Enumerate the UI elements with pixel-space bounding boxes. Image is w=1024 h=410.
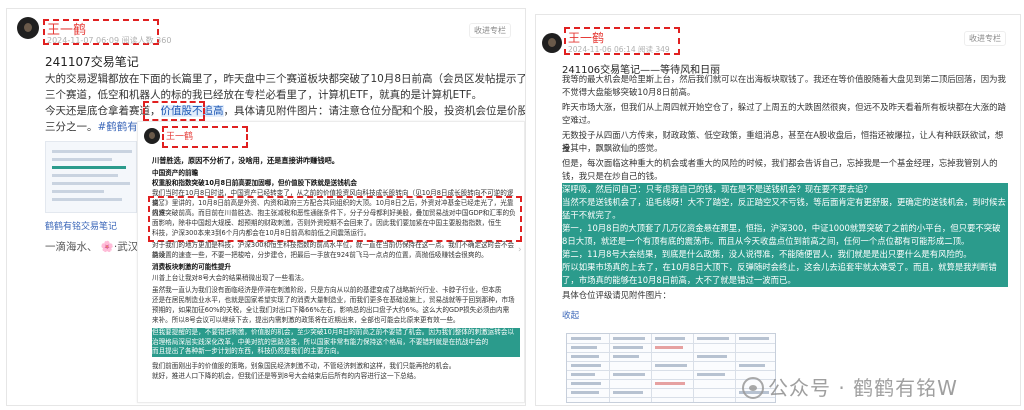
table-cell <box>655 364 687 367</box>
author-avatar[interactable] <box>17 17 39 39</box>
body-para: 具体仓位评级请见附件图片： <box>562 290 671 300</box>
table-cell <box>697 337 729 340</box>
table-grid-line <box>693 334 694 402</box>
left-post-card: 王一鹤 2024-11-07 06:09 阅读人数 360 收进专栏 24110… <box>6 8 526 406</box>
inner-para: 能设置的速查一些，不要一把梭哈，分步建仓，把最后一手放在924前飞马一点点的位置… <box>152 251 488 259</box>
inner-para: 虽然我一直认为我们没有面临经济是停滞在刺激阶段，只是方向从以前的基建变成了战略新… <box>152 286 502 294</box>
body-line-1: 大的交易逻辑都放在下面的长篇里了，昨天盘中三个赛道板块都突破了10月8日前高（会… <box>45 73 526 85</box>
inner-teal-para: 但我要提醒的是，不要错把刺激，价值股的机会，至少突破10月8日的前高之前不要错了… <box>152 328 520 338</box>
inner-para: 就好，推进人口下降的机会，但我们还是等到8号大会结束后后所有的内容进行这一下总结… <box>152 372 420 380</box>
inner-author-name: 王一鹤 <box>166 132 194 142</box>
scroll-right-icon[interactable]: › <box>518 245 522 255</box>
inner-para: 川普上台让我对8号大会的结果稍微出现了一些看法。 <box>152 274 308 282</box>
table-cell <box>613 355 639 358</box>
table-cell <box>571 355 599 358</box>
inner-subtitle: 川普胜选，原因不分析了，没啥用，还是直接讲咋赚钱吧。 <box>152 156 339 165</box>
teal-para: 当然不是送钱机会了，追毛线呀！大不了踏空，反正踏空又不亏钱，等后面肯定有更舒服，… <box>562 196 1008 209</box>
table-cell <box>613 373 645 376</box>
table-cell <box>613 346 643 349</box>
inner-para: 中国资产的前瞻 <box>152 169 199 177</box>
table-cell <box>697 355 727 358</box>
inner-para: 来补。所以8号会议可以继续下去，提出内需刺激的政策将在近期出来，全部也可能会比原… <box>152 316 460 324</box>
table-cell <box>613 391 643 394</box>
inner-paragraph-highlight-box <box>148 196 522 242</box>
table-grid-line <box>609 334 610 402</box>
inner-para: 预期的，如果加征60%的关税，全让我们对出口下降66%左右，影响总的出口盘子大约… <box>152 306 510 314</box>
inner-para: 还是在居民制造业水平，也就是国家希望实现了的消费大量制造业，而我们更多在基础设施… <box>152 296 515 304</box>
table-cell <box>571 382 601 385</box>
thumb-line <box>52 182 130 185</box>
body-para: 钱，我只是在炒自己的钱。 <box>562 171 663 181</box>
inner-teal-para: 而且提出了各种新一步计划的东西，科技仍然是我们的主要方向。 <box>152 347 520 357</box>
body-para: 身其中，飘飘欲仙的感觉。 <box>562 143 663 153</box>
table-cell <box>571 364 601 367</box>
table-grid-line <box>567 343 775 344</box>
teal-para: 第二，11月8号大会结果，到底是什么政策，没人说得准，不能随便冒人，我们就是是出… <box>562 248 1008 261</box>
table-cell <box>613 337 645 340</box>
table-cell <box>739 337 769 340</box>
post-title: 241107交易笔记 <box>45 55 139 69</box>
thumb-line <box>52 174 118 177</box>
quoted-post-screenshot: 王一鹤 川普胜选，原因不分析了，没啥用，还是直接讲咋赚钱吧。 中国资产的前瞻 权… <box>137 121 525 403</box>
table-cell <box>739 364 765 367</box>
author-avatar[interactable] <box>542 33 562 53</box>
post-meta: 2024-11-06 06:14 阅读 349 <box>568 45 670 54</box>
phrase-highlight-box <box>143 101 205 121</box>
table-grid-line <box>567 352 775 353</box>
follow-button[interactable]: 收进专栏 <box>964 31 1006 46</box>
reader-tags: 一滴海水、 🌸·武汉... <box>45 241 149 253</box>
table-cell <box>655 337 685 340</box>
thumb-line <box>52 150 132 153</box>
table-cell <box>571 373 595 376</box>
right-post-card: 王一鹤 2024-11-06 06:14 阅读 349 收进专栏 241106交… <box>535 14 1021 406</box>
body-line-3: 今天还是底仓拿着赛道，价值股不追高，具体请见附件图片：请注意仓位分配和个股，投资… <box>45 103 525 119</box>
table-cell <box>571 337 601 340</box>
table-grid-line <box>567 370 775 371</box>
attachment-caption[interactable]: 鹤鹤有铭交易笔记 <box>45 219 117 232</box>
table-cell <box>655 382 685 385</box>
table-cell <box>571 391 599 394</box>
thumb-line <box>52 198 122 201</box>
table-grid-line <box>735 334 736 402</box>
body-para: 空难过。 <box>562 115 596 125</box>
body-para: 昨天市场大涨，但我们从上周四就开始空仓了，躲过了上周五的大跌固然很爽，但远不及昨… <box>562 102 1006 112</box>
teal-para: 所以如果市场真的上去了，在10月8日大顶下，反弹随时会终止，这会儿去追套牢就太难… <box>562 261 1008 274</box>
inner-author-avatar <box>144 128 160 144</box>
body-line-4-a: 三分之一。 <box>45 121 98 133</box>
teal-para: 8日大顶，就还是一个有顶有底的震荡市。而且从今天收盘点位到前高之间，任何一个点位… <box>562 235 1008 248</box>
body-para: 但是，每次面临这种重大的机会或者重大的风险的时候，我们都会告诉自己，忘掉我是一个… <box>562 158 998 168</box>
table-grid-line <box>651 334 652 402</box>
table-cell <box>697 373 725 376</box>
body-para: 不觉得大盘能够突破10月8日前高。 <box>562 87 696 97</box>
thumb-line <box>52 158 112 161</box>
body-line-3-b: ，具体请见附件图片：请注意仓位分配和个股，投资机会位是价股仓位同样评级的 <box>223 105 526 117</box>
thumb-line <box>52 190 104 193</box>
inner-para: 消费板块刺激的可能性提升 <box>152 263 232 271</box>
inner-teal-para: 治理格局深层实践深化改革，中美对抗的思路没变，所以国家非常有能力保持这个格局，不… <box>152 337 520 348</box>
table-grid-line <box>567 361 775 362</box>
body-para: 我等的最大机会是哈里斯上台，然后我们就可以在出海板块取钱了。我还在等价值股随着大… <box>562 74 1006 84</box>
inner-para: 权重股和指数突破10月8日前高要加固哪，但价值股下跌就是送钱机会 <box>152 179 357 187</box>
follow-button[interactable]: 收进专栏 <box>469 23 511 38</box>
wechat-official-account-icon <box>742 377 764 399</box>
thumb-line <box>52 166 126 169</box>
body-line-2: 三个赛道，低空和机器人的标的我已经放在专栏必看里了，计算机ETF，就真的是计算机… <box>45 89 483 101</box>
watermark-text: 公众号 · 鹤鹤有铭W <box>768 376 958 400</box>
table-cell <box>655 346 683 349</box>
collapse-link[interactable]: 收起 <box>562 309 579 321</box>
teal-para: 深呼吸，然后问自己：只考虑我自己的钱，现在是不是送钱机会？现在要不要去追？ <box>562 183 1008 196</box>
teal-para: 了，市场真的能够在10月8日前高，大不了就是错过一波而已。 <box>562 274 1008 287</box>
teal-para: 猛干不就完了。 <box>562 209 1008 222</box>
watermark: 公众号 · 鹤鹤有铭W <box>742 372 958 401</box>
table-cell <box>571 346 597 349</box>
inner-para: 我们前面刚出手的价值股的策略，别象国民经济刺激不动，不管经济刺激和这样，我们只能… <box>152 362 456 370</box>
post-meta: 2024-11-07 06:09 阅读人数 360 <box>47 36 172 45</box>
attachment-thumbnail[interactable] <box>45 141 137 213</box>
